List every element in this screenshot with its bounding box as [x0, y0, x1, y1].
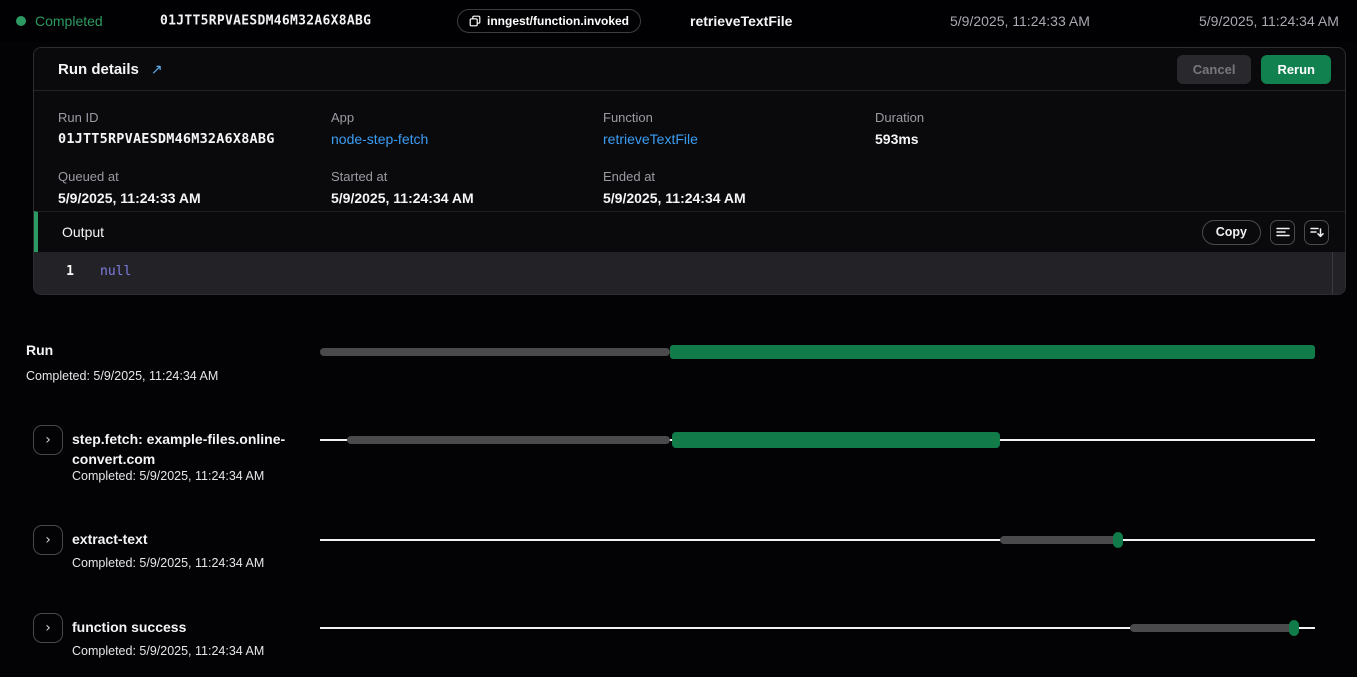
code-token-null: null [100, 264, 131, 279]
trace-row-step-fetch-completed: Completed: 5/9/2025, 11:24:34 AM [72, 469, 264, 483]
field-value-ended-at: 5/9/2025, 11:24:34 AM [603, 190, 875, 206]
field-value-queued-at: 5/9/2025, 11:24:33 AM [58, 190, 331, 206]
field-label: Run ID [58, 110, 331, 125]
code-line: 1 null [34, 264, 131, 279]
trace-row-function-success-label: function success [72, 617, 186, 637]
bar-pending-segment [1000, 536, 1118, 544]
field-label: Duration [875, 110, 1321, 125]
topbar-queued-timestamp: 5/9/2025, 11:24:33 AM [950, 13, 1090, 29]
app-link[interactable]: node-step-fetch [331, 131, 603, 147]
expand-output-button[interactable] [1304, 220, 1329, 245]
run-metadata-grid: Run ID 01JTT5RPVAESDM46M32A6X8ABG App no… [34, 91, 1345, 211]
function-link[interactable]: retrieveTextFile [603, 131, 875, 147]
topbar-function-name: retrieveTextFile [690, 13, 792, 29]
field-value-run-id: 01JTT5RPVAESDM46M32A6X8ABG [58, 131, 331, 147]
output-title: Output [62, 224, 104, 240]
output-section-header: Output Copy [34, 211, 1345, 252]
expand-extract-text-button[interactable]: › [33, 525, 63, 555]
run-details-card: Run details ↗ Cancel Rerun Run ID 01JTT5… [33, 47, 1346, 295]
bar-active-segment [1289, 620, 1299, 636]
trace-row-extract-text-completed: Completed: 5/9/2025, 11:24:34 AM [72, 556, 264, 570]
cancel-button[interactable]: Cancel [1177, 55, 1252, 84]
field-label: Queued at [58, 169, 331, 184]
bar-pending-segment [347, 436, 670, 444]
field-run-id: Run ID 01JTT5RPVAESDM46M32A6X8ABG [58, 110, 331, 152]
trace-row-run-completed: Completed: 5/9/2025, 11:24:34 AM [26, 369, 218, 383]
topbar-started-timestamp: 5/9/2025, 11:24:34 AM [1199, 13, 1339, 29]
field-queued-at: Queued at 5/9/2025, 11:24:33 AM [58, 169, 331, 211]
topbar-run-id: 01JTT5RPVAESDM46M32A6X8ABG [160, 14, 371, 29]
external-link-icon[interactable]: ↗ [151, 61, 163, 78]
status-dot-icon [16, 16, 26, 26]
field-ended-at: Ended at 5/9/2025, 11:24:34 AM [603, 169, 875, 211]
event-trigger-label: inngest/function.invoked [487, 14, 629, 28]
trace-row-step-fetch-label: step.fetch: example-files.online-convert… [72, 429, 312, 469]
run-status-badge: Completed [16, 13, 103, 29]
field-value-started-at: 5/9/2025, 11:24:34 AM [331, 190, 603, 206]
field-label: Function [603, 110, 875, 125]
trace-row-run-bar[interactable] [320, 343, 1315, 361]
run-status-label: Completed [35, 13, 103, 29]
trace-row-step-fetch-bar[interactable] [320, 431, 1315, 449]
copy-output-button[interactable]: Copy [1202, 220, 1261, 245]
field-label: Started at [331, 169, 603, 184]
trace-row-function-success-bar[interactable] [320, 619, 1315, 637]
word-wrap-button[interactable] [1270, 220, 1295, 245]
expand-function-success-button[interactable]: › [33, 613, 63, 643]
expand-step-fetch-button[interactable]: › [33, 425, 63, 455]
line-number: 1 [34, 264, 74, 279]
field-value-duration: 593ms [875, 131, 1321, 147]
trace-row-extract-text-label: extract-text [72, 529, 147, 549]
inngest-run-detail-page: Completed 01JTT5RPVAESDM46M32A6X8ABG inn… [0, 0, 1357, 677]
card-title: Run details [58, 61, 139, 78]
header-actions: Cancel Rerun [1177, 55, 1331, 84]
bar-pending-segment [320, 348, 670, 356]
bar-active-segment [670, 345, 1315, 359]
field-app: App node-step-fetch [331, 110, 603, 152]
field-label: App [331, 110, 603, 125]
copy-icon [469, 15, 481, 27]
trace-row-run-label: Run [26, 340, 53, 360]
event-trigger-badge[interactable]: inngest/function.invoked [457, 9, 641, 33]
field-duration: Duration 593ms [875, 110, 1321, 152]
bar-pending-segment [1130, 624, 1294, 632]
run-details-header: Run details ↗ Cancel Rerun [34, 48, 1345, 91]
trace-row-extract-text-bar[interactable] [320, 531, 1315, 549]
output-actions: Copy [1202, 220, 1329, 245]
lines-arrow-down-icon [1310, 225, 1324, 239]
bar-active-segment [672, 432, 999, 448]
field-function: Function retrieveTextFile [603, 110, 875, 152]
bar-baseline [320, 539, 1315, 541]
text-lines-icon [1276, 225, 1290, 239]
trace-row-function-success-completed: Completed: 5/9/2025, 11:24:34 AM [72, 644, 264, 658]
output-code-viewer: 1 null [34, 252, 1345, 295]
code-scrollbar[interactable] [1332, 252, 1345, 295]
topbar: Completed 01JTT5RPVAESDM46M32A6X8ABG inn… [0, 0, 1357, 42]
field-label: Ended at [603, 169, 875, 184]
field-started-at: Started at 5/9/2025, 11:24:34 AM [331, 169, 603, 211]
rerun-button[interactable]: Rerun [1261, 55, 1331, 84]
bar-active-segment [1113, 532, 1123, 548]
